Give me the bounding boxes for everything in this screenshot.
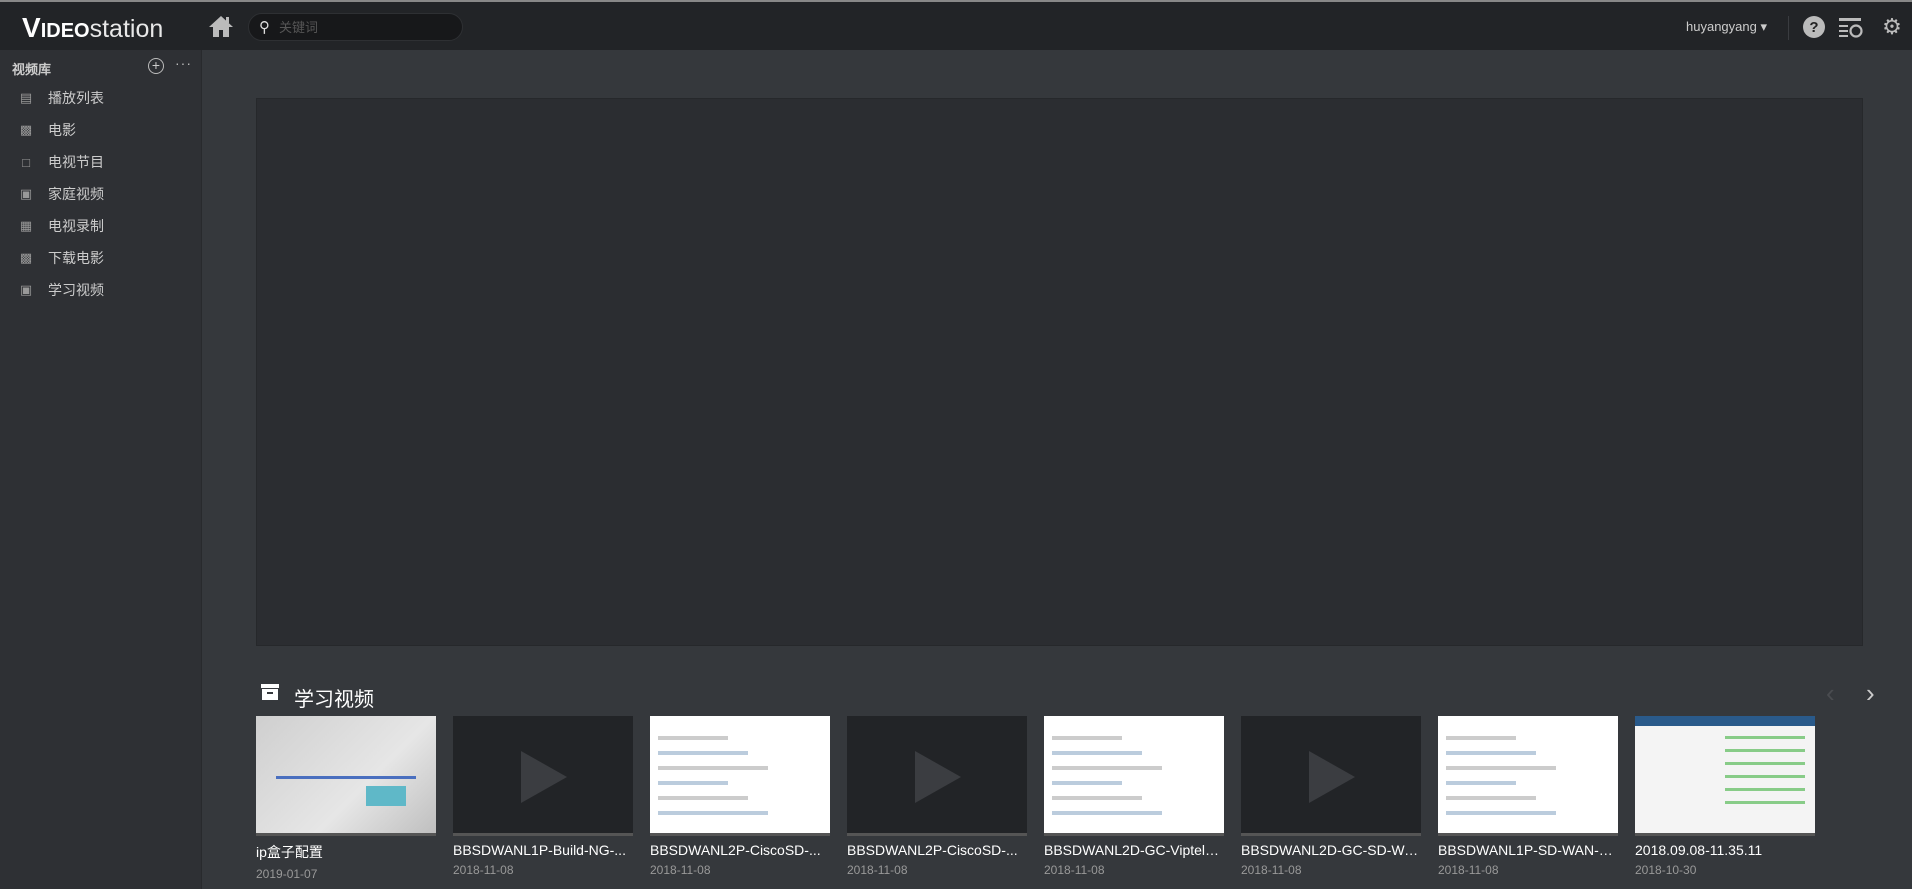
video-date: 2018-10-30 (1635, 863, 1697, 877)
svg-text:?: ? (1809, 19, 1818, 36)
playlist-icon: ▤ (19, 90, 33, 105)
video-title[interactable]: 2018.09.08-11.35.11 (1635, 842, 1815, 858)
video-title[interactable]: BBSDWANL2P-CiscoSD-... (650, 842, 830, 858)
camera-icon: ▣ (19, 186, 33, 201)
home-icon[interactable] (208, 14, 234, 38)
divider (1788, 16, 1789, 40)
sidebar-item-tv-shows[interactable]: □ 电视节目 (0, 146, 202, 178)
sidebar: 视频库 + ··· ▤ 播放列表 ▩ 电影 □ 电视节目 ▣ 家庭视频 ▦ 电视录制 ▩ 下… (0, 50, 202, 889)
add-library-button[interactable]: + (148, 58, 164, 74)
video-date: 2018-11-08 (1438, 863, 1499, 877)
sidebar-item-playlist[interactable]: ▤ 播放列表 (0, 82, 202, 114)
video-title[interactable]: BBSDWANL1P-Build-NG-... (453, 842, 633, 858)
video-title[interactable]: ip盒子配置 (256, 842, 436, 862)
videostation-logo: VIDEOstation (22, 12, 164, 43)
top-bar: VIDEOstation ⚲ huyangyang ▾ ? ⚙ (0, 0, 1912, 50)
search-input[interactable] (279, 18, 449, 36)
sidebar-item-home-videos[interactable]: ▣ 家庭视频 (0, 178, 202, 210)
video-thumbnail[interactable] (847, 716, 1027, 836)
tv-rec-icon: ▦ (19, 218, 33, 233)
search-icon: ⚲ (259, 19, 270, 36)
video-player-area[interactable] (256, 98, 1863, 646)
video-date: 2018-11-08 (1044, 863, 1105, 877)
tv-icon: □ (22, 154, 30, 170)
library-title: 视频库 (12, 62, 52, 77)
video-thumbnail[interactable] (650, 716, 830, 836)
video-card[interactable]: 2018.09.08-11.35.11 2018-10-30 (1635, 716, 1815, 877)
task-queue-icon[interactable] (1838, 15, 1863, 39)
video-thumbnail[interactable] (256, 716, 436, 836)
video-card[interactable]: BBSDWANL1P-Build-NG-... 2018-11-08 (453, 716, 633, 877)
sidebar-item-study-videos[interactable]: ▣ 学习视频 (0, 274, 202, 306)
play-icon (915, 751, 961, 803)
video-date: 2018-11-08 (650, 863, 711, 877)
next-page-button[interactable]: › (1866, 678, 1875, 709)
video-date: 2018-11-08 (847, 863, 908, 877)
previous-page-button[interactable]: ‹ (1826, 678, 1835, 709)
video-title[interactable]: BBSDWANL2D-GC-SD-WA... (1241, 842, 1421, 858)
play-icon (1309, 751, 1355, 803)
video-date: 2019-01-07 (256, 867, 318, 881)
video-thumbnail[interactable] (453, 716, 633, 836)
user-menu[interactable]: huyangyang ▾ (1686, 19, 1767, 35)
video-title[interactable]: BBSDWANL1P-SD-WAN-p... (1438, 842, 1618, 858)
video-card[interactable]: ip盒子配置 2019-01-07 (256, 716, 436, 881)
settings-icon[interactable]: ⚙ (1880, 15, 1904, 39)
help-icon[interactable]: ? (1802, 15, 1826, 39)
camera-icon: ▣ (19, 282, 33, 297)
video-card[interactable]: BBSDWANL2P-CiscoSD-... 2018-11-08 (650, 716, 830, 877)
more-options-button[interactable]: ··· (175, 55, 192, 71)
video-date: 2018-11-08 (1241, 863, 1302, 877)
sidebar-item-movies[interactable]: ▩ 电影 (0, 114, 202, 146)
play-icon (521, 751, 567, 803)
search-box[interactable]: ⚲ (248, 13, 463, 41)
video-title[interactable]: BBSDWANL2D-GC-Viptela... (1044, 842, 1224, 858)
video-title[interactable]: BBSDWANL2P-CiscoSD-... (847, 842, 1027, 858)
sidebar-item-downloaded-movies[interactable]: ▩ 下载电影 (0, 242, 202, 274)
video-thumbnail[interactable] (1044, 716, 1224, 836)
video-card[interactable]: BBSDWANL2D-GC-Viptela... 2018-11-08 (1044, 716, 1224, 877)
archive-icon (260, 683, 280, 701)
section-title: 学习视频 (294, 689, 374, 711)
video-thumbnail[interactable] (1438, 716, 1618, 836)
film-icon: ▩ (19, 250, 33, 265)
film-icon: ▩ (19, 122, 33, 137)
video-date: 2018-11-08 (453, 863, 514, 877)
video-thumbnail[interactable] (1635, 716, 1815, 836)
video-thumbnail[interactable] (1241, 716, 1421, 836)
video-card[interactable]: BBSDWANL2D-GC-SD-WA... 2018-11-08 (1241, 716, 1421, 877)
video-card[interactable]: BBSDWANL1P-SD-WAN-p... 2018-11-08 (1438, 716, 1618, 877)
video-card[interactable]: BBSDWANL2P-CiscoSD-... 2018-11-08 (847, 716, 1027, 877)
sidebar-item-tv-recordings[interactable]: ▦ 电视录制 (0, 210, 202, 242)
